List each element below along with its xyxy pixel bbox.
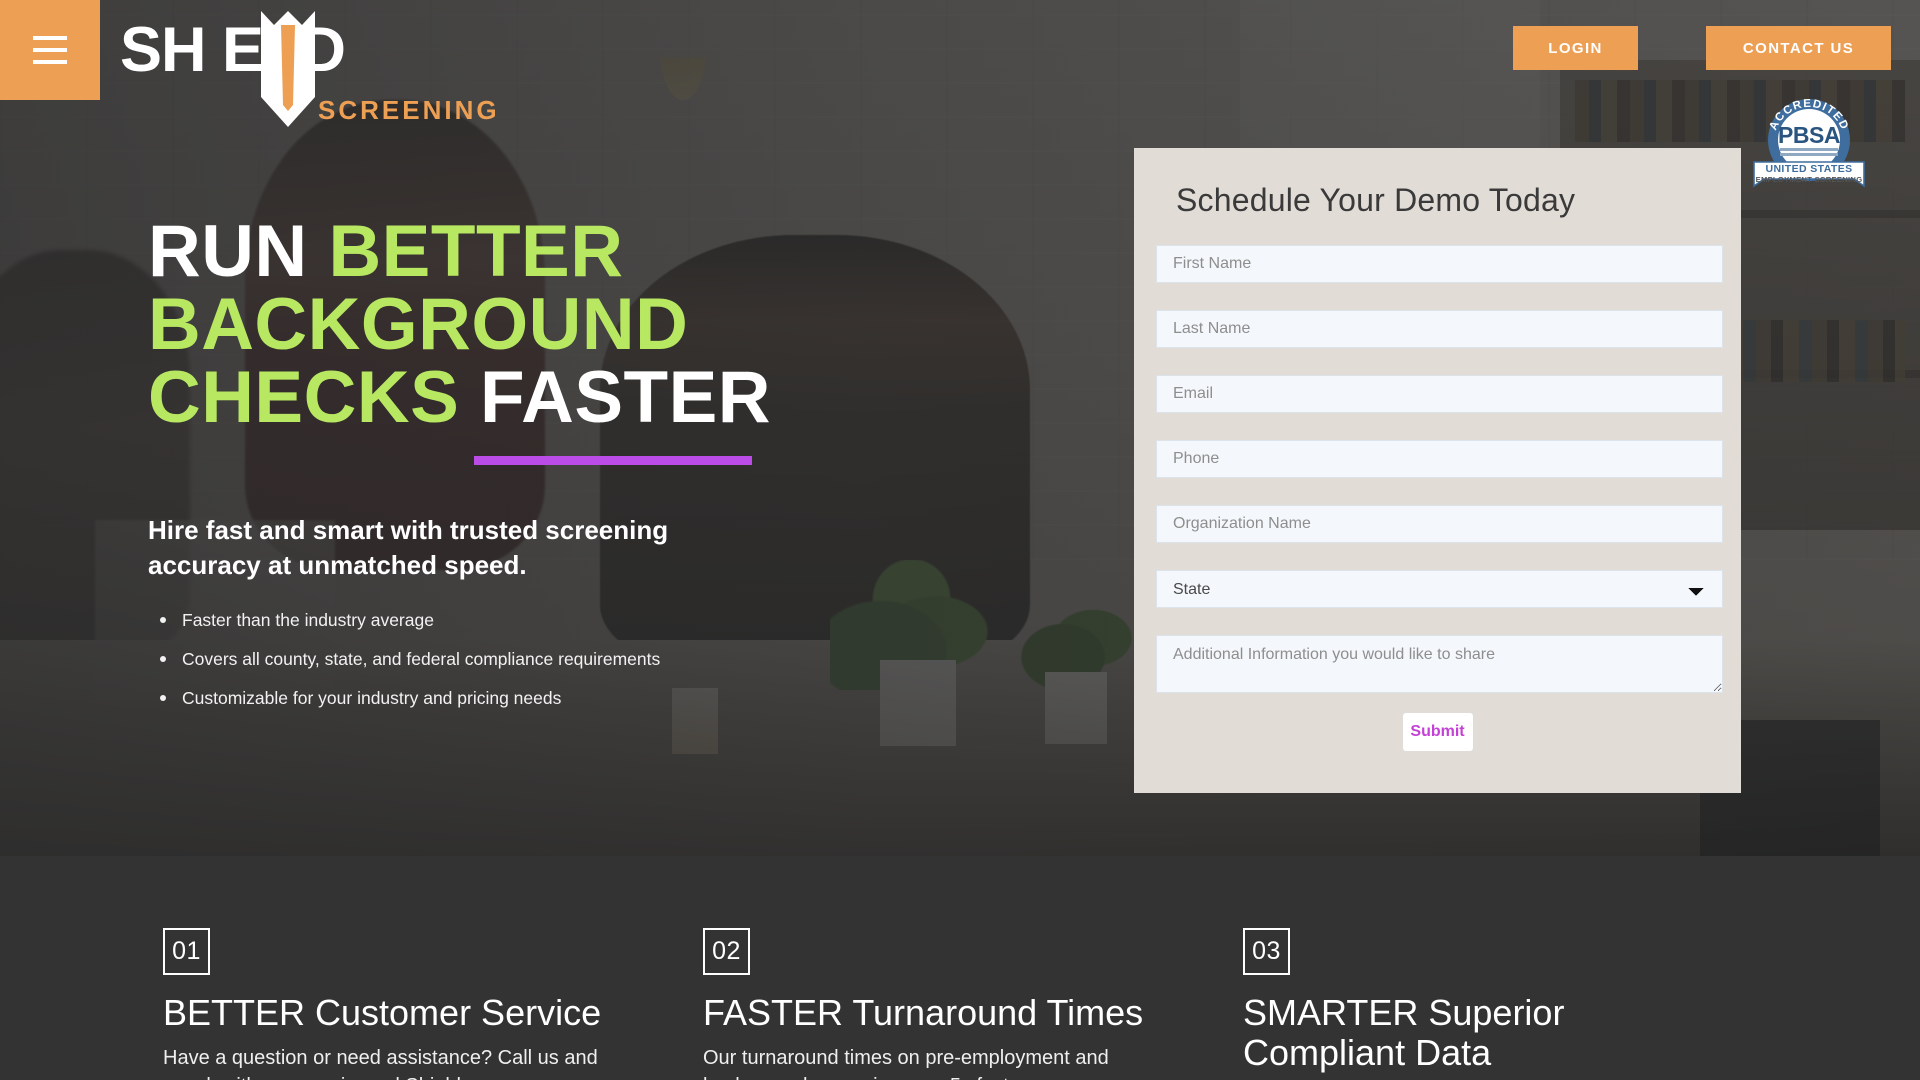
hero-content: RUN BETTER BACKGROUND CHECKS FASTER Hire… xyxy=(148,215,948,726)
feature-title: BETTER Customer Service xyxy=(163,992,602,1033)
features-grid: 01 BETTER Customer Service Have a questi… xyxy=(163,928,1803,1080)
svg-text:PBSA: PBSA xyxy=(1778,122,1840,148)
list-item: Covers all county, state, and federal co… xyxy=(148,647,948,672)
feature-number-badge: 03 xyxy=(1243,928,1290,975)
state-select[interactable]: State xyxy=(1156,570,1723,608)
menu-toggle-button[interactable] xyxy=(0,0,100,100)
feature-body: Have a question or need assistance? Call… xyxy=(163,1047,598,1080)
submit-button[interactable]: Submit xyxy=(1402,713,1473,751)
headline-segment-run: RUN xyxy=(148,211,329,292)
site-logo[interactable]: SHIELD SCREENING xyxy=(120,9,497,127)
logo-word-left: SH xyxy=(120,15,207,85)
phone-input[interactable] xyxy=(1156,440,1723,478)
hamburger-icon-bar-3 xyxy=(33,60,67,64)
hero-benefit-list: Faster than the industry average Covers … xyxy=(148,608,948,712)
pbsa-accredited-badge-icon: ACCREDITED PBSA UNITED STATES EMPLOYMENT… xyxy=(1753,98,1865,188)
list-item: Faster than the industry average xyxy=(148,608,948,633)
organization-name-input[interactable] xyxy=(1156,505,1723,543)
first-name-input[interactable] xyxy=(1156,245,1723,283)
feature-number-badge: 02 xyxy=(703,928,750,975)
additional-information-textarea[interactable] xyxy=(1156,635,1723,693)
list-item: Customizable for your industry and prici… xyxy=(148,686,948,711)
svg-text:UNITED STATES: UNITED STATES xyxy=(1765,163,1852,175)
last-name-input[interactable] xyxy=(1156,310,1723,348)
feature-title: SMARTER Superior Compliant Data xyxy=(1243,992,1565,1074)
hamburger-icon-bar-2 xyxy=(33,48,67,52)
svg-text:EMPLOYMENT SCREENING: EMPLOYMENT SCREENING xyxy=(1756,175,1863,184)
hero-subheading: Hire fast and smart with trusted screeni… xyxy=(148,515,669,581)
feature-number-badge: 01 xyxy=(163,928,210,975)
shield-icon xyxy=(261,11,315,127)
feature-body: Our turnaround times on pre-employment a… xyxy=(703,1047,1109,1080)
contact-us-button[interactable]: CONTACT US xyxy=(1706,26,1891,70)
logo-mark: SHIELD SCREENING xyxy=(120,9,497,127)
site-header: SHIELD SCREENING LOGIN CONTACT US xyxy=(0,0,1920,130)
landing-page: RUN BETTER BACKGROUND CHECKS FASTER Hire… xyxy=(0,0,1920,1080)
login-button[interactable]: LOGIN xyxy=(1513,26,1638,70)
feature-title: FASTER Turnaround Times xyxy=(703,992,1144,1033)
form-title: Schedule Your Demo Today xyxy=(1176,182,1576,218)
feature-card-2: 02 FASTER Turnaround Times Our turnaroun… xyxy=(703,928,1243,1080)
page-title: RUN BETTER BACKGROUND CHECKS FASTER xyxy=(148,215,948,434)
logo-tagline: SCREENING xyxy=(318,95,500,125)
email-input[interactable] xyxy=(1156,375,1723,413)
feature-card-3: 03 SMARTER Superior Compliant Data Com xyxy=(1243,928,1783,1080)
hamburger-icon-bar-1 xyxy=(33,36,67,40)
demo-request-form: Schedule Your Demo Today State Submit xyxy=(1134,148,1741,793)
feature-card-1: 01 BETTER Customer Service Have a questi… xyxy=(163,928,703,1080)
headline-accent-bar xyxy=(474,456,752,465)
features-section: 01 BETTER Customer Service Have a questi… xyxy=(0,856,1920,1080)
headline-segment-faster: FASTER xyxy=(480,357,772,438)
